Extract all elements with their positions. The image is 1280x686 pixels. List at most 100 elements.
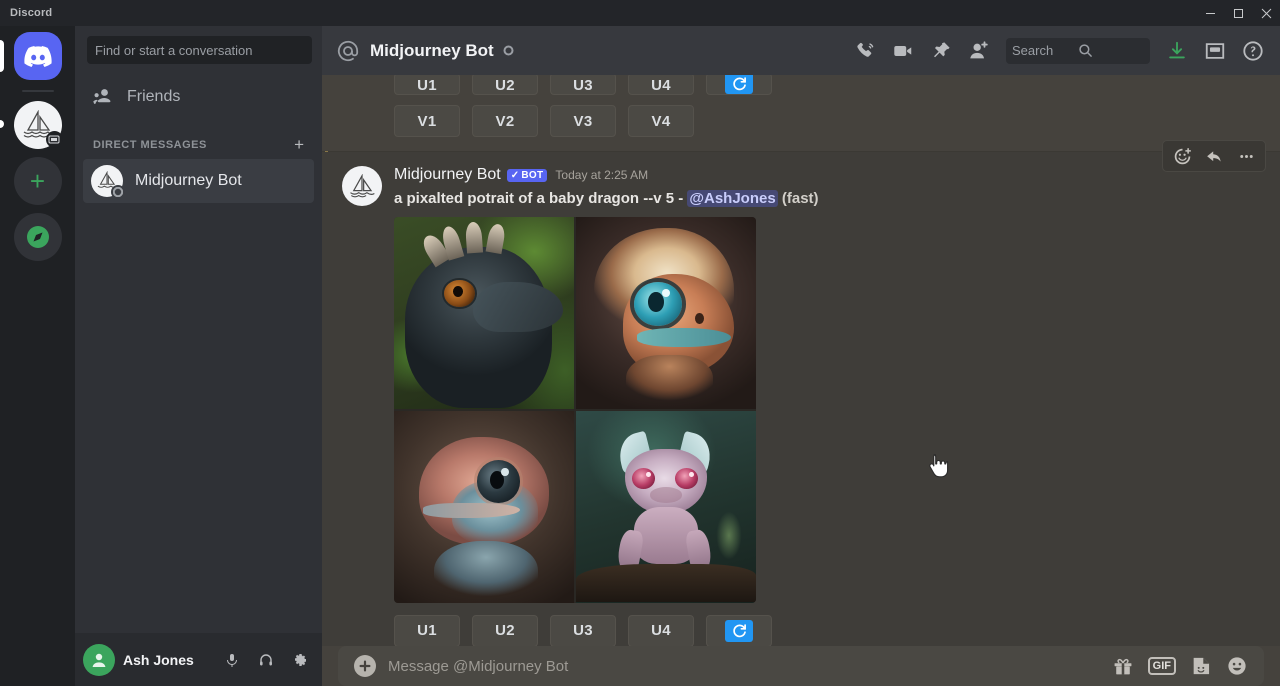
prompt-text: a pixalted potrait of a baby dragon --v … <box>394 190 688 207</box>
app-brand-label: Discord <box>10 7 53 19</box>
dm-item-midjourney-bot[interactable]: Midjourney Bot <box>83 159 314 203</box>
bot-verified-badge: ✓ BOT <box>506 168 548 182</box>
active-server-pill <box>0 40 4 72</box>
search-icon <box>1078 43 1144 58</box>
button-u3[interactable]: U3 <box>550 614 616 646</box>
button-u3-previous[interactable]: U3 <box>550 75 616 95</box>
upscale-button-row-previous: U1 U2 U3 U4 <box>394 75 1280 95</box>
explore-compass-icon <box>13 213 62 261</box>
message-header: Midjourney Bot ✓ BOT Today at 2:25 AM <box>394 166 1280 184</box>
generated-image-grid[interactable] <box>394 216 756 603</box>
find-conversation-placeholder: Find or start a conversation <box>95 42 253 58</box>
video-call-icon[interactable] <box>886 35 920 67</box>
server-status-badge <box>45 131 63 148</box>
sidebar-item-friends-label: Friends <box>127 88 181 105</box>
composer-bar: Message @Midjourney Bot GIF <box>322 646 1280 686</box>
maximize-button[interactable] <box>1224 0 1252 26</box>
dm-item-label: Midjourney Bot <box>135 172 242 189</box>
button-refresh-previous[interactable] <box>706 75 772 95</box>
sticker-icon[interactable] <box>1190 655 1212 677</box>
rail-divider <box>21 90 54 92</box>
speed-suffix: (fast) <box>777 190 819 207</box>
gif-icon[interactable]: GIF <box>1147 656 1176 676</box>
voice-call-icon[interactable] <box>848 35 882 67</box>
microphone-icon[interactable] <box>218 646 246 674</box>
emoji-icon[interactable] <box>1226 655 1248 677</box>
user-mention[interactable]: @AshJones <box>687 190 778 207</box>
dm-sidebar: Find or start a conversation Friends DIR… <box>75 26 322 686</box>
avatar[interactable] <box>83 643 115 676</box>
message-content: a pixalted potrait of a baby dragon --v … <box>394 189 1280 209</box>
attach-upload-icon[interactable] <box>354 655 376 677</box>
button-u1-previous[interactable]: U1 <box>394 75 460 95</box>
discord-home-icon <box>13 32 62 80</box>
add-server-plus-glyph: + <box>29 166 46 196</box>
button-v4[interactable]: V4 <box>628 105 694 137</box>
reply-icon[interactable] <box>1199 142 1229 170</box>
sidebar-item-friends[interactable]: Friends <box>83 76 314 118</box>
discord-app: Discord + Find or start a conversation F… <box>0 0 1280 686</box>
minimize-button[interactable] <box>1196 0 1224 26</box>
headphones-icon[interactable] <box>252 646 280 674</box>
pin-icon[interactable] <box>924 35 958 67</box>
user-panel-icons <box>218 646 314 674</box>
help-icon[interactable] <box>1236 35 1270 67</box>
page-title: Midjourney Bot <box>370 40 494 60</box>
avatar[interactable] <box>342 166 382 206</box>
generated-image-3[interactable] <box>394 410 574 603</box>
button-reroll[interactable] <box>706 614 772 646</box>
generated-image-4[interactable] <box>576 410 756 603</box>
window-controls <box>1196 0 1280 26</box>
user-meta: Ash Jones <box>123 652 218 668</box>
generated-image-1[interactable] <box>394 216 574 409</box>
status-badge <box>503 45 514 56</box>
refresh-icon <box>725 619 753 642</box>
button-u4[interactable]: U4 <box>628 614 694 646</box>
refresh-icon <box>725 75 753 94</box>
window-titlebar: Discord <box>0 0 1280 26</box>
inbox-icon[interactable] <box>1198 35 1232 67</box>
message-hover-toolbar <box>1162 140 1266 172</box>
search-input[interactable]: Search <box>1006 37 1150 64</box>
at-symbol-icon <box>336 39 360 63</box>
gift-icon[interactable] <box>1112 655 1134 677</box>
friends-icon <box>91 85 115 109</box>
more-options-icon[interactable] <box>1231 142 1261 170</box>
rail-item-home[interactable] <box>13 32 62 80</box>
message-list[interactable]: U1 U2 U3 U4 V1 V2 V3 V4 Midjourney Bot ✓… <box>322 75 1280 646</box>
message-author[interactable]: Midjourney Bot <box>394 166 501 184</box>
find-conversation-input[interactable]: Find or start a conversation <box>87 36 312 64</box>
message-input[interactable]: Message @Midjourney Bot GIF <box>338 646 1264 686</box>
variation-button-row-previous: V1 V2 V3 V4 <box>394 105 1280 137</box>
avatar <box>91 165 125 199</box>
sidebar-nav: Friends <box>75 72 322 118</box>
add-server-icon: + <box>13 157 62 205</box>
rail-item-explore[interactable] <box>13 213 62 261</box>
button-u4-previous[interactable]: U4 <box>628 75 694 95</box>
button-u2[interactable]: U2 <box>472 614 538 646</box>
button-v2[interactable]: V2 <box>472 105 538 137</box>
close-button[interactable] <box>1252 0 1280 26</box>
user-name-label: Ash Jones <box>123 651 194 668</box>
sidebar-search-wrap: Find or start a conversation <box>75 26 322 72</box>
bot-tag-label: BOT <box>521 169 544 181</box>
dm-section-header: DIRECT MESSAGES + <box>75 118 322 159</box>
message-item: Midjourney Bot ✓ BOT Today at 2:25 AM a … <box>322 140 1280 646</box>
user-panel: Ash Jones <box>75 633 322 686</box>
message-timestamp: Today at 2:25 AM <box>555 168 649 182</box>
settings-gear-icon[interactable] <box>286 646 314 674</box>
button-v3[interactable]: V3 <box>550 105 616 137</box>
search-placeholder: Search <box>1012 43 1054 58</box>
button-u1[interactable]: U1 <box>394 614 460 646</box>
rail-item-midjourney[interactable] <box>13 101 63 149</box>
add-reaction-icon[interactable] <box>1167 142 1197 170</box>
download-icon[interactable] <box>1160 35 1194 67</box>
button-v1[interactable]: V1 <box>394 105 460 137</box>
generated-image-2[interactable] <box>576 216 756 409</box>
add-friend-icon[interactable] <box>962 35 996 67</box>
message-input-placeholder: Message @Midjourney Bot <box>388 657 569 675</box>
chat-header: Midjourney Bot Search <box>322 26 1280 75</box>
rail-item-add-server[interactable]: + <box>13 157 62 205</box>
button-u2-previous[interactable]: U2 <box>472 75 538 95</box>
create-dm-button[interactable]: + <box>294 136 304 153</box>
